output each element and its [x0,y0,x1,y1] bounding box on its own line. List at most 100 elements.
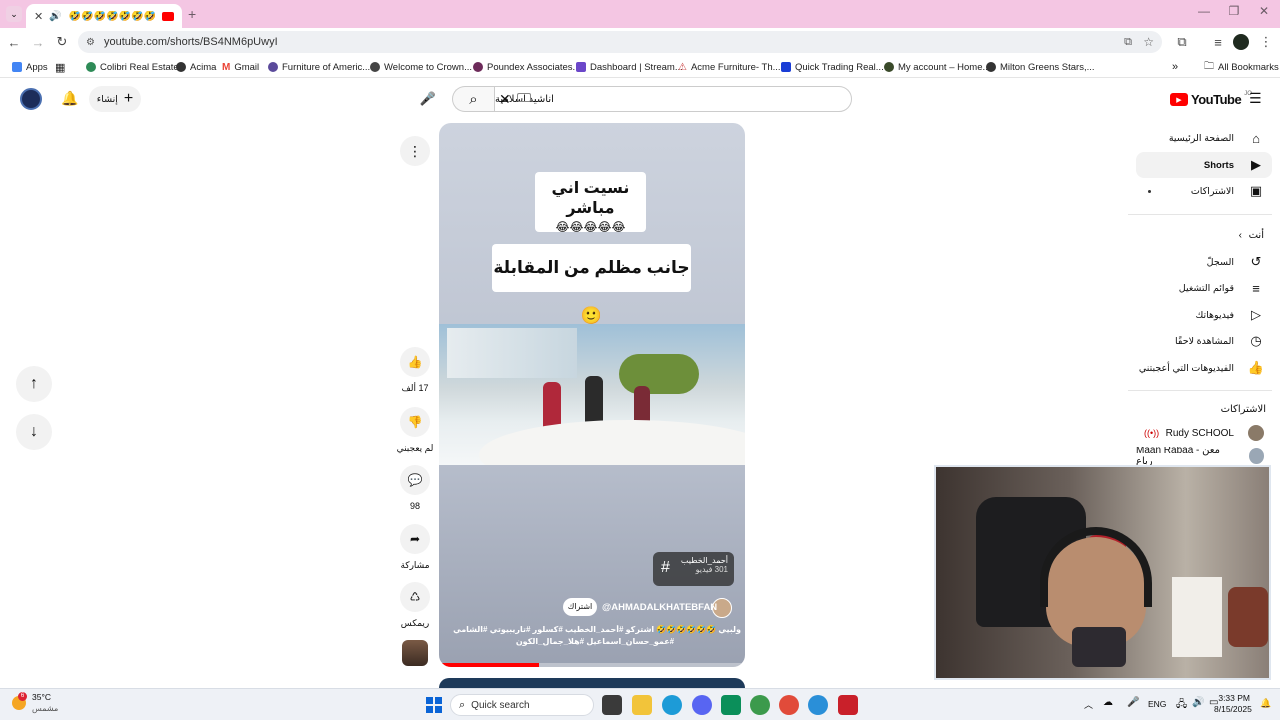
microphone-icon[interactable]: 🎤 [1127,697,1139,708]
sound-thumbnail[interactable] [402,640,428,666]
volume-icon[interactable]: 🔊 [1192,697,1204,708]
close-window-button[interactable]: ✕ [1248,4,1280,24]
clock[interactable]: 3:33 PM 8/15/2025 [1214,693,1252,715]
bookmark-poundex[interactable]: Poundex Associates... [473,60,580,74]
comments-action[interactable]: 💬 98 [400,465,430,511]
minimize-button[interactable]: — [1188,4,1220,24]
streaming-app-icon[interactable] [838,695,858,715]
bookmark-quick-trading[interactable]: Quick Trading Real... [781,60,884,74]
dislike-icon[interactable]: 👎 [400,407,430,437]
taskbar-search[interactable]: ⌕ Quick search [450,694,594,716]
install-app-icon[interactable]: ⧉ [1124,36,1132,49]
like-icon[interactable]: 👍 [400,347,430,377]
discord-icon[interactable] [692,695,712,715]
remix-icon[interactable]: ♺ [400,582,430,612]
sidebar-item-shorts[interactable]: Shorts ▶ [1136,152,1272,178]
comment-icon[interactable]: 💬 [400,465,430,495]
bookmark-crown[interactable]: Welcome to Crown... [370,60,472,74]
search-input[interactable]: اناشيد اسلامية [494,86,852,112]
bookmark-milton[interactable]: Milton Greens Stars,... [986,60,1095,74]
audio-playing-icon[interactable]: 🔊 [49,11,61,22]
youtube-logo[interactable]: ▶ YouTube JO [1170,91,1252,107]
next-short-preview[interactable] [439,678,745,688]
new-tab-button[interactable]: + [188,6,196,22]
previous-short-button[interactable]: ↑ [16,366,52,402]
sidebar-item-subscriptions[interactable]: الاشتراكات ▣ [1136,178,1272,204]
onedrive-icon[interactable]: ☁ [1103,697,1113,708]
hashtag-card[interactable]: أحمد_الخطيب 301 فيديو # [653,552,734,586]
share-icon[interactable]: ➦ [400,524,430,554]
chrome-menu-icon[interactable]: ⋮ [1258,34,1274,50]
chrome-icon[interactable] [750,695,770,715]
bookmark-colibri[interactable]: Colibri Real Estate [86,60,179,74]
folder-icon: 🗀 [1204,60,1214,72]
short-description-line2[interactable]: #عمو_حسان_اسماعيل #هلا_جمال_الكون [449,637,741,646]
bookmark-grid[interactable]: ▦ [55,60,65,74]
more-options-icon[interactable]: ⋮ [400,136,430,166]
all-bookmarks[interactable]: 🗀 All Bookmarks [1204,60,1279,74]
back-arrow-icon[interactable]: ← [6,34,22,50]
reload-icon[interactable]: ↻ [54,34,70,50]
language-indicator[interactable]: ENG [1148,699,1166,709]
keyboard-icon[interactable] [517,93,531,102]
account-avatar[interactable] [20,88,42,110]
create-button[interactable]: إنشاء + [89,86,141,112]
forward-arrow-icon[interactable]: → [30,34,46,50]
bookmark-furniture[interactable]: Furniture of Americ... [268,60,370,74]
bookmark-star-icon[interactable]: ☆ [1143,35,1154,49]
bookmark-acme[interactable]: ⚠ Acme Furniture- Th... [678,60,781,74]
remix-action[interactable]: ♺ ريمكس [400,582,430,629]
sidebar-item-history[interactable]: السجلّ ↺ [1136,249,1272,275]
subscription-maan-rabaa[interactable]: Maan Rabaa - معن رباع [1136,447,1272,465]
sidebar-item-liked-videos[interactable]: الفيديوهات التي أعجبتني 👍 [1136,355,1272,381]
next-short-button[interactable]: ↓ [16,414,52,450]
dislike-action[interactable]: 👎 لم يعجبني [397,407,433,454]
share-action[interactable]: ➦ مشاركة [400,524,430,571]
search-button[interactable]: ⌕ [452,86,494,112]
network-icon[interactable]: 🖧 [1176,697,1187,714]
subscription-rudy-school[interactable]: ((•)) Rudy SCHOOL [1136,420,1272,446]
history-icon: ↺ [1250,254,1262,269]
clear-search-icon[interactable]: ✕ [499,91,511,108]
chrome-profile-icon[interactable] [779,695,799,715]
edge-browser-icon[interactable] [662,695,682,715]
sidebar-item-your-videos[interactable]: فيديوهاتك ▷ [1136,302,1272,328]
subscribe-button[interactable]: اشتراك [563,598,597,616]
bookmark-gmail[interactable]: M Gmail [222,60,259,74]
voice-search-icon[interactable]: 🎤 [415,86,441,112]
restore-button[interactable]: ❐ [1218,4,1250,24]
tray-overflow-icon[interactable]: ︿ [1084,698,1093,711]
short-video-player[interactable]: نسيت اني مباشر 😂😂😂😂😂 جانب مظلم من المقاب… [439,123,745,667]
channel-name[interactable]: @AHMADALKHATEBFAN [602,602,717,613]
sidebar-item-playlists[interactable]: قوائم التشغيل ≡ [1136,275,1272,301]
guide-menu-icon[interactable]: ☰ [1249,90,1262,107]
media-controls-icon[interactable]: ≡ [1210,34,1226,50]
tab-search-button[interactable]: ⌄ [6,6,22,22]
bookmark-apps[interactable]: Apps [12,60,48,74]
bookmark-dashboard[interactable]: Dashboard | Stream... [576,60,683,74]
extensions-icon[interactable]: ⧉ [1174,34,1190,50]
weather-widget[interactable]: 6 35°C مشمس [12,692,58,714]
tab-close-icon[interactable]: ✕ [34,10,43,23]
task-view-icon[interactable] [602,695,622,715]
browser-icon[interactable] [808,695,828,715]
bookmark-acima[interactable]: Acima [176,60,216,74]
like-action[interactable]: 👍 17 ألف [400,347,430,394]
short-description-line1[interactable]: ولبيي 🤣🤣🤣🤣🤣🤣 اشتركو #أحمد_الخطيب #كسلور … [449,625,741,634]
sidebar-item-you[interactable]: أنت ‹ [1136,222,1272,248]
app-icon[interactable] [721,695,741,715]
notification-bell-icon[interactable]: 🔔 [1260,698,1271,709]
bookmarks-overflow-icon[interactable]: » [1172,60,1178,74]
file-explorer-icon[interactable] [632,695,652,715]
sidebar-item-home[interactable]: الصفحة الرئيسية ⌂ [1136,125,1272,151]
active-tab[interactable]: 🤣🤣🤣🤣🤣🤣🤣 ولبيي 🔊 ✕ [26,4,182,28]
profile-avatar[interactable] [1233,34,1249,50]
streamline-icon [576,62,586,72]
address-bar[interactable]: ⚙ youtube.com/shorts/BS4NM6pUwyI ⧉ ☆ [78,31,1162,53]
notifications-bell-icon[interactable]: 🔔 [61,90,78,107]
plants-backdrop [619,354,699,394]
start-button[interactable] [426,697,442,713]
sidebar-item-watch-later[interactable]: المشاهدة لاحقًا ◷ [1136,328,1272,354]
site-info-icon[interactable]: ⚙ [86,37,95,48]
bookmark-my-account[interactable]: My account – Home... [884,60,990,74]
